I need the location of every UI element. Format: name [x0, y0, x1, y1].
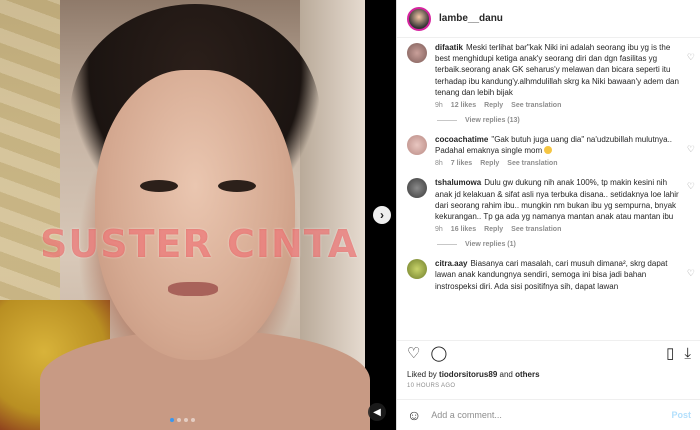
speaker-muted-icon: ◀: [373, 406, 381, 418]
comment-username[interactable]: difaatik: [435, 43, 463, 52]
comments-list[interactable]: difaatik Meski terlihat bar"kak Niki ini …: [397, 38, 700, 338]
see-translation-button[interactable]: See translation: [511, 102, 561, 109]
watermark: SUSTER CINTA: [40, 222, 359, 266]
likes-summary: Liked by tiodorsitorus89 and others: [407, 370, 540, 379]
comment-username[interactable]: tshalumowa: [435, 178, 481, 187]
comment-item: cocoachatime "Gak butuh juga uang dia" na…: [397, 130, 700, 167]
header-username[interactable]: lambe__danu: [439, 13, 503, 24]
avatar[interactable]: [407, 135, 427, 156]
view-replies-button[interactable]: View replies (1): [397, 233, 700, 254]
comment-meta: 8h 7 likes Reply See translation: [435, 160, 679, 167]
carousel-dots: [170, 418, 195, 422]
post-viewer: SUSTER CINTA › ◀ lambe__danu difaatik Mes…: [0, 0, 700, 430]
emoji-icon[interactable]: ☺: [407, 407, 421, 423]
heart-icon[interactable]: ♡: [687, 52, 695, 63]
carousel-dot[interactable]: [191, 418, 195, 422]
post-comment-button[interactable]: Post: [671, 410, 691, 420]
avatar[interactable]: [407, 43, 427, 63]
see-translation-button[interactable]: See translation: [507, 160, 557, 167]
post-actions: ♡ ◯ ▯ ⤓: [397, 340, 700, 366]
comment-username[interactable]: citra.aay: [435, 259, 467, 268]
post-timestamp: 10 HOURS AGO: [407, 383, 456, 389]
person-eye-right: [218, 180, 256, 192]
avatar[interactable]: [407, 259, 427, 280]
next-media-button[interactable]: ›: [373, 206, 391, 224]
comment-meta: 9h 16 likes Reply See translation: [435, 226, 679, 233]
bookmark-icon[interactable]: ▯: [666, 346, 674, 361]
liked-by-others[interactable]: others: [515, 370, 539, 379]
smiling-face-icon: [544, 146, 553, 155]
view-replies-button[interactable]: View replies (13): [397, 109, 700, 130]
comment-text: Biasanya cari masalah, cari musuh dimana…: [435, 259, 668, 291]
liked-by-user[interactable]: tiodorsitorus89: [439, 370, 497, 379]
mute-button[interactable]: ◀: [368, 403, 386, 421]
comment-input[interactable]: [431, 410, 672, 420]
post-sidebar: lambe__danu difaatik Meski terlihat bar"k…: [396, 0, 700, 430]
carousel-dot[interactable]: [184, 418, 188, 422]
comment-time: 9h: [435, 226, 443, 234]
avatar[interactable]: [407, 178, 427, 199]
person-face: [95, 70, 295, 360]
video-frame: SUSTER CINTA: [0, 0, 370, 430]
carousel-dot[interactable]: [170, 418, 174, 422]
comment-username[interactable]: cocoachatime: [435, 135, 488, 144]
post-media[interactable]: SUSTER CINTA › ◀: [0, 0, 396, 430]
comment-item: citra.aay Biasanya cari masalah, cari mus…: [397, 254, 700, 292]
see-translation-button[interactable]: See translation: [511, 226, 561, 233]
comment-likes[interactable]: 7 likes: [451, 160, 472, 167]
comment-likes[interactable]: 16 likes: [451, 226, 476, 233]
heart-icon[interactable]: ♡: [687, 144, 695, 155]
post-header: lambe__danu: [397, 0, 700, 38]
comment-likes[interactable]: 12 likes: [451, 102, 476, 109]
reply-button[interactable]: Reply: [484, 226, 503, 233]
comment-time: 9h: [435, 102, 443, 110]
add-comment-bar: ☺ Post: [397, 399, 700, 430]
share-icon[interactable]: ⤓: [684, 346, 691, 361]
comment-meta: 9h 12 likes Reply See translation: [435, 102, 679, 109]
avatar[interactable]: [407, 6, 431, 31]
reply-button[interactable]: Reply: [484, 102, 503, 109]
chevron-right-icon: ›: [380, 208, 384, 222]
comment-icon[interactable]: ◯: [430, 346, 447, 361]
reply-button[interactable]: Reply: [480, 160, 499, 167]
comment-item: difaatik Meski terlihat bar"kak Niki ini …: [397, 38, 700, 109]
heart-icon[interactable]: ♡: [687, 181, 695, 192]
person-eye-left: [140, 180, 178, 192]
heart-icon[interactable]: ♡: [687, 268, 695, 279]
comment-text: Meski terlihat bar"kak Niki ini adalah s…: [435, 43, 679, 97]
heart-icon[interactable]: ♡: [407, 346, 420, 361]
comment-item: tshalumowa Dulu gw dukung nih anak 100%, …: [397, 167, 700, 233]
person-mouth: [168, 282, 218, 296]
carousel-dot[interactable]: [177, 418, 181, 422]
comment-time: 8h: [435, 160, 443, 168]
